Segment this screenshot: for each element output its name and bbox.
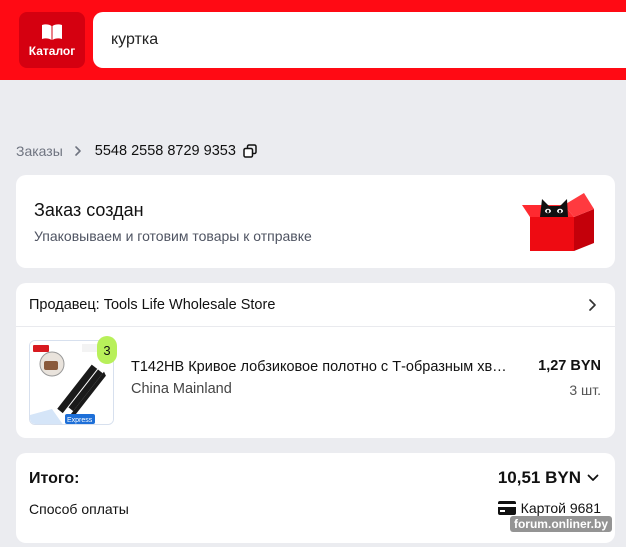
payment-method-value: Картой 9681: [520, 500, 601, 516]
total-label: Итого:: [29, 470, 80, 487]
seller-row[interactable]: Продавец: Tools Life Wholesale Store: [16, 283, 615, 327]
copy-icon[interactable]: [243, 144, 257, 158]
total-amount: 10,51 BYN: [497, 468, 581, 487]
order-status-card: Заказ создан Упаковываем и готовим товар…: [16, 175, 615, 268]
seller-name: Продавец: Tools Life Wholesale Store: [29, 297, 276, 313]
top-bar: Каталог: [0, 0, 626, 80]
chevron-right-icon: [74, 146, 81, 156]
status-subtitle: Упаковываем и готовим товары к отправке: [34, 228, 312, 244]
watermark: forum.onliner.by: [509, 516, 612, 532]
card-icon: [497, 501, 516, 515]
catalog-label: Каталог: [28, 43, 76, 58]
payment-method: Картой 9681: [497, 500, 601, 516]
product-price: 1,27 BYN: [538, 358, 601, 374]
seller-card: Продавец: Tools Life Wholesale Store Exp…: [16, 283, 615, 438]
breadcrumb: Заказы 5548 2558 8729 9353: [16, 143, 257, 159]
payment-method-label: Способ оплаты: [29, 501, 129, 517]
total-amount-toggle[interactable]: 10,51 BYN: [498, 468, 599, 488]
order-number: 5548 2558 8729 9353: [94, 143, 236, 159]
product-origin: China Mainland: [131, 381, 232, 397]
cat-in-box-illustration: [522, 193, 594, 251]
breadcrumb-orders-link[interactable]: Заказы: [16, 143, 63, 159]
chevron-right-icon: [589, 299, 596, 311]
catalog-button[interactable]: Каталог: [19, 12, 85, 68]
book-icon: [42, 23, 62, 40]
search-box[interactable]: [93, 12, 626, 68]
chevron-down-icon: [587, 474, 599, 481]
svg-text:Express: Express: [67, 417, 93, 424]
product-quantity: 3 шт.: [569, 382, 601, 398]
product-title[interactable]: T142HB Кривое лобзиковое полотно с Т-обр…: [131, 359, 509, 375]
search-input[interactable]: [93, 12, 626, 68]
status-title: Заказ создан: [34, 200, 144, 220]
quantity-badge: 3: [97, 336, 117, 364]
